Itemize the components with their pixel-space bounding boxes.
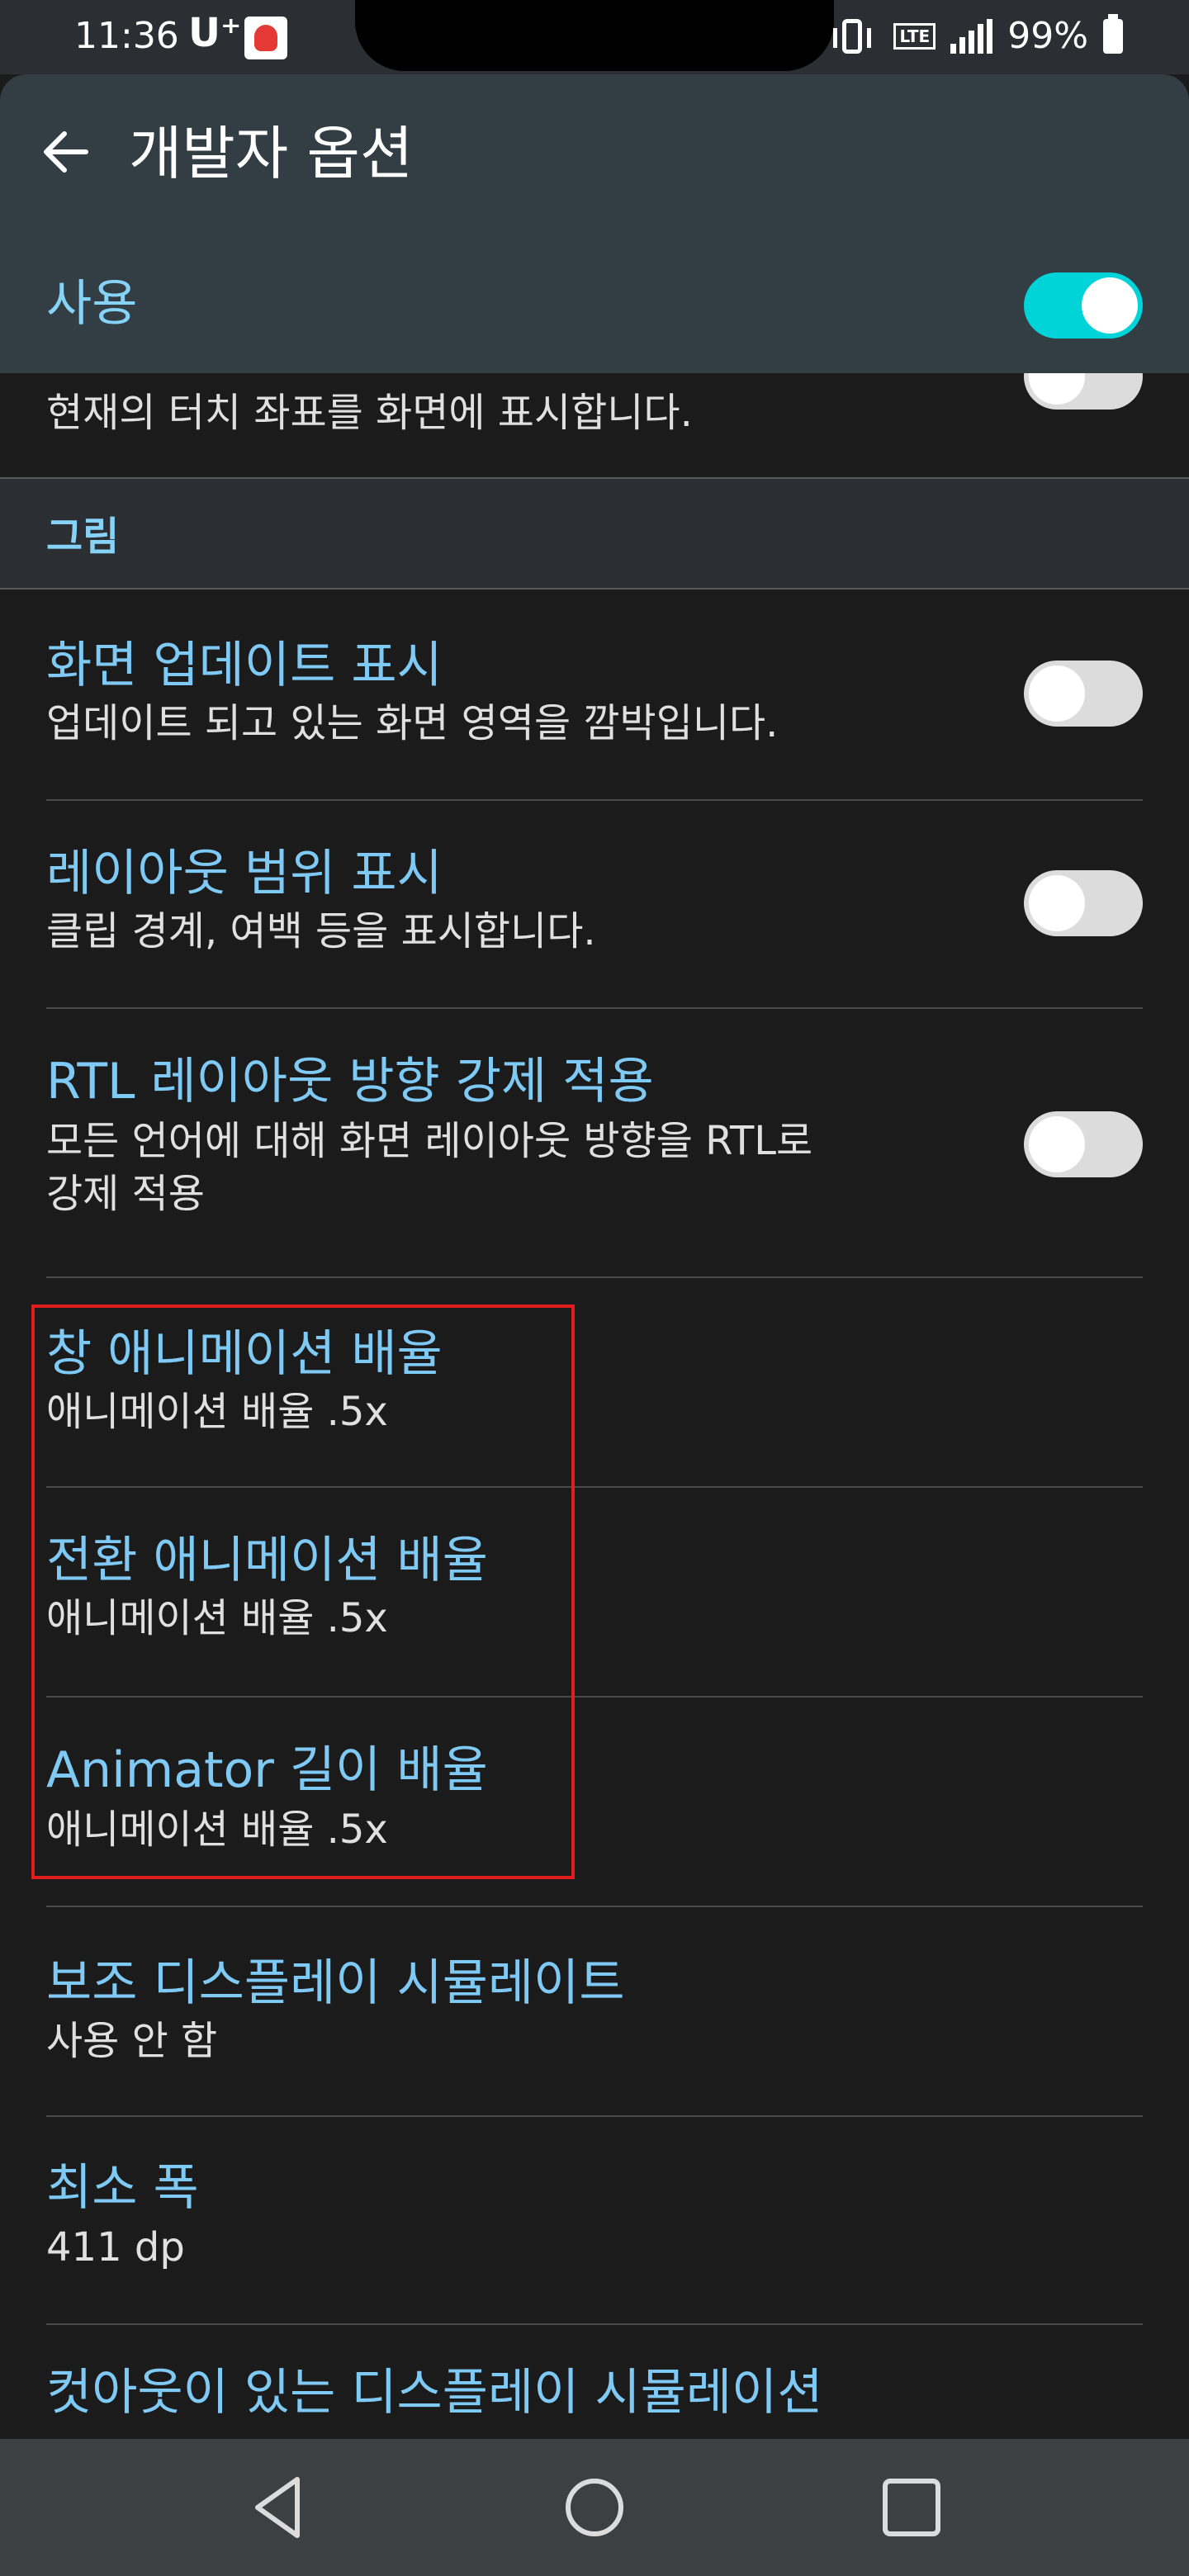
settings-list[interactable]: 사용 현재의 터치 좌표를 화면에 표시합니다. 그림 화면 업데이트 표시 업…	[0, 234, 1189, 2439]
lte-icon: LTE	[893, 23, 936, 50]
show-layout-bounds-toggle[interactable]	[1024, 870, 1143, 936]
list-item-show-surface-updates[interactable]: 화면 업데이트 표시 업데이트 되고 있는 화면 영역을 깜박입니다.	[0, 590, 1189, 798]
page-title: 개발자 옵션	[129, 120, 414, 187]
item-summary: 411 dp	[46, 2224, 185, 2271]
list-item-smallest-width[interactable]: 최소 폭 411 dp	[0, 2117, 1189, 2325]
square-recents-icon[interactable]	[872, 2468, 951, 2547]
item-summary-line1: 모든 언어에 대해 화면 레이아웃 방향을 RTL로	[46, 1118, 813, 1164]
item-title: RTL 레이아웃 방향 강제 적용	[46, 1053, 654, 1110]
status-time: 11:36	[74, 15, 179, 57]
vibrate-icon	[833, 19, 872, 54]
item-title: 레이아웃 범위 표시	[46, 845, 443, 902]
circle-home-icon[interactable]	[555, 2468, 634, 2547]
list-item-show-layout-bounds[interactable]: 레이아웃 범위 표시 클립 경계, 여백 등을 표시합니다.	[0, 801, 1189, 1007]
item-summary: 클립 경계, 여백 등을 표시합니다.	[46, 908, 596, 954]
master-toggle[interactable]	[1024, 272, 1143, 339]
item-title: 화면 업데이트 표시	[46, 637, 443, 694]
app-notification-icon	[244, 17, 287, 59]
battery-icon	[1103, 14, 1123, 54]
arrow-back-icon[interactable]	[36, 122, 96, 182]
navigation-bar	[0, 2439, 1189, 2576]
carrier-label: U⁺	[188, 10, 242, 56]
list-item-simulate-secondary-displays[interactable]: 보조 디스플레이 시뮬레이트 사용 안 함	[0, 1907, 1189, 2115]
battery-percent: 99%	[1007, 15, 1088, 57]
item-title: 최소 폭	[46, 2159, 199, 2217]
show-surface-updates-toggle[interactable]	[1024, 661, 1143, 727]
triangle-back-icon[interactable]	[239, 2468, 319, 2547]
list-item-force-rtl[interactable]: RTL 레이아웃 방향 강제 적용 모든 언어에 대해 화면 레이아웃 방향을 …	[0, 1009, 1189, 1276]
master-switch-row[interactable]: 사용	[0, 234, 1189, 373]
item-summary: 현재의 터치 좌표를 화면에 표시합니다.	[46, 390, 693, 436]
item-summary-line2: 강제 적용	[46, 1171, 205, 1217]
highlight-box	[31, 1305, 575, 1879]
item-summary: 업데이트 되고 있는 화면 영역을 깜박입니다.	[46, 700, 779, 746]
item-summary: 사용 안 함	[46, 2018, 218, 2064]
category-label: 그림	[46, 514, 120, 560]
app-bar: 개발자 옵션	[0, 74, 1189, 234]
status-bar: 11:36 U⁺ LTE 99%	[0, 0, 1189, 74]
item-title: 보조 디스플레이 시뮬레이트	[46, 1954, 625, 2012]
status-icons: LTE 99%	[833, 13, 1123, 59]
signal-icon	[950, 19, 993, 54]
list-item-simulate-cutout-display[interactable]: 컷아웃이 있는 디스플레이 시뮬레이션	[0, 2325, 1189, 2439]
force-rtl-toggle[interactable]	[1024, 1111, 1143, 1177]
item-title: 컷아웃이 있는 디스플레이 시뮬레이션	[46, 2364, 823, 2422]
category-header: 그림	[0, 479, 1189, 588]
master-switch-label: 사용	[46, 275, 138, 333]
camera-notch	[355, 0, 834, 71]
